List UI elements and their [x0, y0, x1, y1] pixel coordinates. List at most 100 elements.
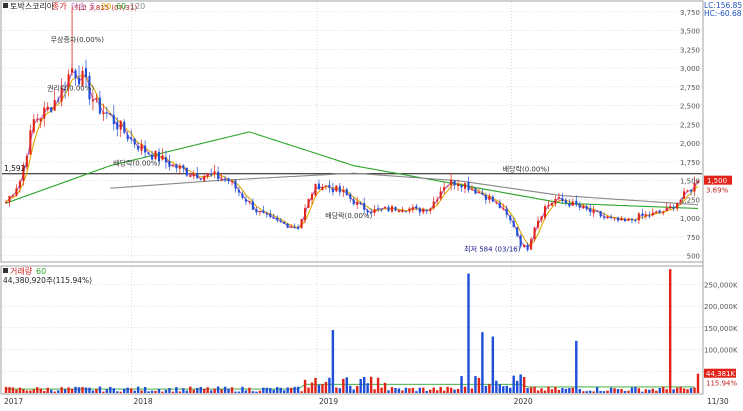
price-legend: 토박스코리아 종가 단순 5 20 60 120 [3, 1, 145, 11]
volume-bar [658, 387, 661, 393]
candle-body [644, 214, 647, 217]
candle-body [436, 199, 439, 201]
volume-bar [227, 388, 230, 393]
volume-bar [345, 377, 348, 393]
volume-bar [449, 387, 453, 393]
candle-body [439, 191, 442, 199]
candle-body [383, 206, 387, 208]
volume-bar [317, 384, 321, 393]
candle-body [686, 190, 689, 192]
candle-body [491, 196, 494, 202]
candle-body [526, 244, 529, 250]
volume-tick-label: 200,000K [704, 303, 738, 311]
candle-body [543, 206, 547, 218]
volume-bar [362, 376, 366, 393]
volume-bar [123, 388, 126, 393]
volume-bar [338, 388, 342, 393]
volume-bar [143, 386, 147, 393]
candle-body [477, 192, 480, 194]
volume-bar [672, 389, 675, 393]
candle-body [648, 215, 651, 217]
candle-body [185, 167, 188, 176]
volume-bar [376, 377, 380, 393]
stock-name: 토박스코리아 [10, 1, 55, 11]
candle-body [230, 181, 234, 183]
volume-bar [43, 390, 46, 393]
volume-bar [408, 388, 411, 393]
candle-body [415, 206, 418, 209]
volume-bar [411, 387, 415, 393]
legend-bullet [3, 268, 8, 273]
ma120-line [110, 172, 699, 206]
candle-body [77, 77, 81, 85]
candle-body [11, 194, 14, 196]
candle-body [599, 211, 602, 217]
volume-bar [105, 389, 109, 393]
volume-bar [140, 390, 143, 393]
volume-bar [495, 380, 498, 393]
candle-body [457, 184, 460, 186]
volume-bar [328, 377, 331, 393]
volume-bar [568, 388, 571, 393]
candle-body [512, 221, 515, 228]
volume-bar [171, 391, 175, 393]
candle-body [286, 223, 289, 228]
volume-bar [203, 388, 206, 393]
volume-bar [533, 386, 536, 393]
volume-bar [15, 389, 18, 393]
volume-bar [237, 391, 241, 393]
price-tick-label: 1,500 [680, 178, 700, 186]
volume-bar [575, 340, 578, 393]
volume-bar [342, 378, 345, 393]
volume-bar [293, 386, 296, 393]
candle-body [488, 196, 491, 200]
volume-bar [36, 387, 39, 393]
volume-bar [529, 387, 533, 393]
volume-bar [303, 379, 307, 393]
volume-bar [488, 384, 491, 393]
candle-body [269, 213, 272, 217]
volume-last-label: 44,381K [706, 370, 735, 378]
candle-body [523, 244, 526, 247]
volume-bar [296, 386, 300, 393]
candle-body [199, 178, 202, 180]
candle-body [335, 185, 338, 192]
candle-body [105, 112, 108, 114]
x-tick-label: 2017 [4, 397, 23, 406]
volume-bar [241, 386, 244, 393]
volume-bar [588, 390, 592, 393]
volume-bar [11, 387, 15, 393]
volume-bar [606, 390, 609, 393]
volume-bar [616, 389, 620, 393]
volume-bar [648, 389, 651, 393]
candle-body [450, 179, 453, 186]
candle-body [300, 219, 303, 229]
volume-bar [331, 330, 335, 393]
volume-bar [686, 389, 689, 393]
candle-body [676, 203, 679, 209]
volume-bar [543, 390, 547, 393]
volume-bar [60, 387, 63, 393]
volume-bar [470, 388, 474, 393]
candle-body [25, 156, 28, 167]
volume-bar [81, 387, 84, 393]
volume-bar [404, 387, 408, 393]
volume-bar [456, 388, 460, 393]
volume-bar [213, 388, 216, 393]
candle-body [171, 164, 174, 166]
candle-body [321, 186, 324, 191]
candle-body [467, 182, 470, 191]
volume-bar [335, 387, 338, 393]
candle-body [57, 99, 60, 101]
volume-bar [491, 336, 495, 393]
candle-body [363, 202, 366, 210]
candle-body [119, 120, 122, 130]
volume-bar [613, 388, 616, 393]
candle-body [53, 99, 56, 111]
candle-body [505, 208, 508, 215]
volume-bar [602, 391, 606, 393]
stock-chart: 최고 3,815 (07/31)무상증자(0.00%)권리락(0.00%)배당락… [0, 0, 742, 406]
candle-body [18, 181, 21, 188]
volume-bar [352, 389, 355, 393]
volume-bar [109, 386, 112, 393]
